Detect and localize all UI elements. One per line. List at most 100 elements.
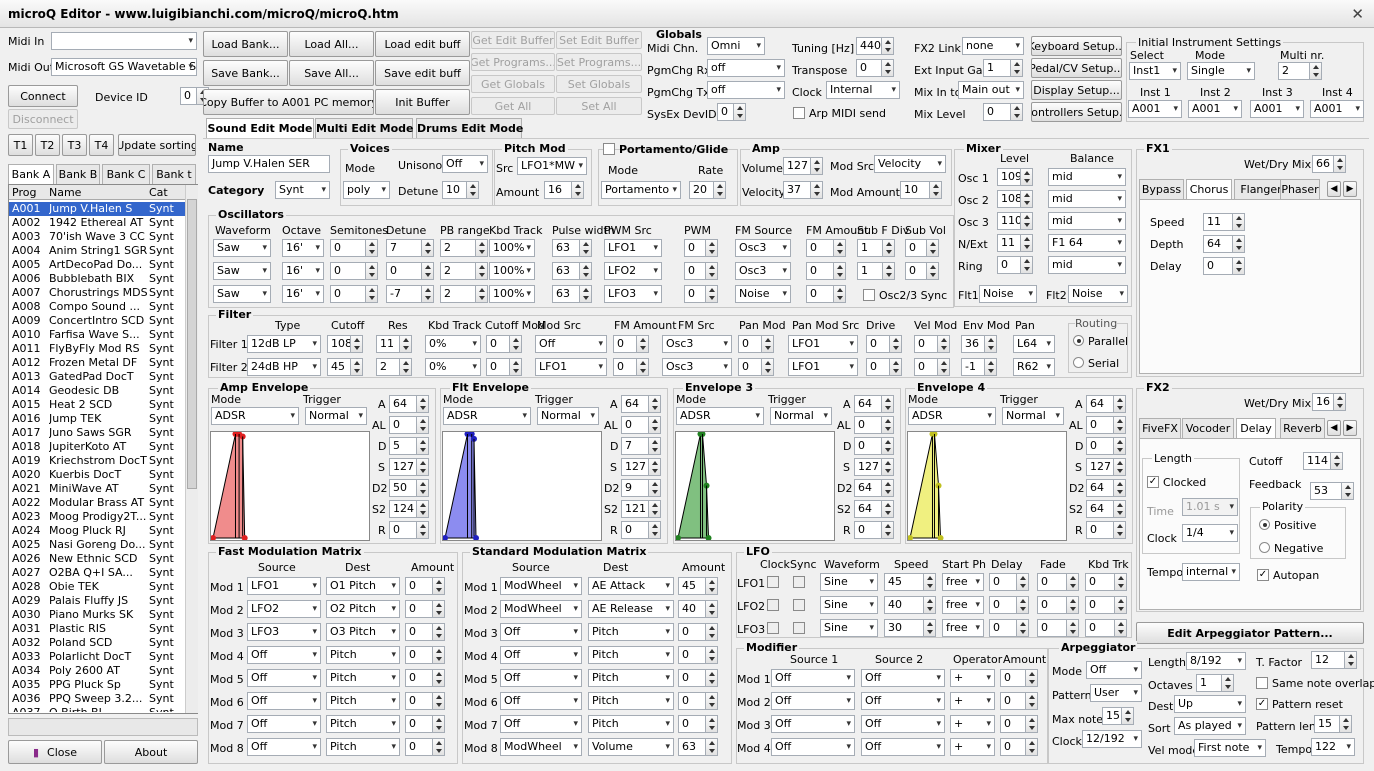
amp-velocity-input[interactable]: 37	[783, 181, 811, 199]
arp-sort-select[interactable]: As played	[1174, 717, 1246, 735]
mixer-level-input[interactable]: 11	[997, 234, 1021, 252]
osc1-field[interactable]: 16'	[282, 239, 324, 257]
fmm-amount-input[interactable]: 0	[405, 669, 433, 687]
arp-clock-select[interactable]: 12/192	[1082, 730, 1142, 748]
envelope-graph[interactable]	[907, 431, 1067, 541]
modifier-source1-select[interactable]: Off	[771, 692, 855, 710]
osc2-spinner[interactable]	[365, 262, 378, 280]
osc1-spinner[interactable]	[833, 239, 846, 257]
filter2-field[interactable]: R62	[1013, 358, 1055, 376]
filter2-field[interactable]: -1	[961, 358, 985, 376]
smm-source-select[interactable]: Off	[500, 692, 582, 710]
lfo-delay-spinner[interactable]	[1016, 596, 1029, 614]
modifier-amount-input[interactable]: 0	[1000, 715, 1026, 733]
filter2-field[interactable]: 0	[866, 358, 890, 376]
arp-tempo-select[interactable]: 122	[1311, 738, 1355, 756]
osc2-field[interactable]: Saw	[213, 262, 271, 280]
osc3-field[interactable]: 0	[330, 285, 366, 303]
fx2-negative-radio[interactable]	[1259, 542, 1270, 553]
mixer-balance-select[interactable]: F1 64	[1048, 234, 1126, 252]
get-globals-button[interactable]: Get Globals	[471, 75, 555, 93]
smm-dest-select[interactable]: Pitch	[588, 646, 674, 664]
amp-mod-amount-input[interactable]: 10	[900, 181, 930, 199]
amp-mod-src-select[interactable]: Velocity	[874, 155, 946, 173]
fmm-dest-select[interactable]: Pitch	[326, 646, 400, 664]
osc1-spinner[interactable]	[882, 239, 895, 257]
lfo-kbdtrk-input[interactable]: 0	[1085, 573, 1115, 591]
filter1-spinner[interactable]	[889, 335, 902, 353]
filter1-field[interactable]: 0	[914, 335, 938, 353]
arp-pattern-len-input[interactable]: 15	[1314, 715, 1340, 733]
volume-input[interactable]: 127	[783, 157, 811, 175]
env-param-input[interactable]: 9	[621, 479, 649, 497]
program-row[interactable]: A015 Heat 2 SCD Synt	[9, 398, 185, 412]
get-all-button[interactable]: Get All	[471, 97, 555, 115]
env-param-input[interactable]: 64	[854, 395, 882, 413]
env-param-input[interactable]: 0	[854, 521, 882, 539]
smm-amount-input[interactable]: 40	[678, 600, 706, 618]
program-row[interactable]: A025 Nasi Goreng Do... Synt	[9, 538, 185, 552]
osc2-spinner[interactable]	[926, 262, 939, 280]
osc3-field[interactable]: -7	[386, 285, 422, 303]
osc2-field[interactable]: 63	[552, 262, 580, 280]
fmm-source-select[interactable]: Off	[247, 738, 321, 756]
mixer-level-spinner[interactable]	[1020, 234, 1033, 252]
program-list[interactable]: Prog Name Cat A001 Jump V.Halen S Synt A002…	[8, 184, 198, 714]
env-param-spinner[interactable]	[416, 416, 429, 434]
fx2-tab-4[interactable]: Reverb	[1280, 418, 1325, 438]
fx2-tempo-select[interactable]: internal	[1182, 563, 1240, 581]
mixer-level-spinner[interactable]	[1020, 212, 1033, 230]
init-select-dropdown[interactable]: Inst1	[1129, 62, 1181, 80]
smm-source-select[interactable]: ModWheel	[500, 577, 582, 595]
fmm-dest-select[interactable]: Pitch	[326, 692, 400, 710]
filter1-field[interactable]: 0%	[425, 335, 481, 353]
fmm-amount-spinner[interactable]	[432, 600, 445, 618]
lfo-waveform-select[interactable]: Sine	[820, 596, 878, 614]
fx2-wetdry-input[interactable]: 16	[1312, 393, 1334, 411]
filter1-spinner[interactable]	[399, 335, 412, 353]
program-row[interactable]: A006 Bubblebath BIX Synt	[9, 272, 185, 286]
osc3-spinner[interactable]	[475, 285, 488, 303]
fx2-cutoff-input[interactable]: 114	[1303, 452, 1331, 470]
fx1-tab-left-icon[interactable]: ◀	[1327, 181, 1341, 197]
filter2-spinner[interactable]	[399, 358, 412, 376]
lfo-startph-select[interactable]: free	[942, 573, 984, 591]
save-all-button[interactable]: Save All...	[289, 60, 374, 86]
midi-chn-select[interactable]: Omni	[707, 37, 765, 55]
fmm-dest-select[interactable]: Pitch	[326, 738, 400, 756]
fmm-dest-select[interactable]: Pitch	[326, 715, 400, 733]
env-param-spinner[interactable]	[881, 521, 894, 539]
pgmchg-tx-select[interactable]: off	[707, 81, 785, 99]
voices-detune-spinner[interactable]	[466, 181, 479, 199]
fmm-amount-input[interactable]: 0	[405, 577, 433, 595]
voices-mode-select[interactable]: poly	[343, 181, 390, 199]
osc3-field[interactable]: 2	[440, 285, 476, 303]
lfo-fade-input[interactable]: 0	[1037, 596, 1067, 614]
mixer-level-input[interactable]: 0	[997, 256, 1021, 274]
save-edit-buffer-button[interactable]: Save edit buff	[375, 60, 470, 86]
filter2-field[interactable]: 45	[327, 358, 351, 376]
filter1-field[interactable]: 0	[486, 335, 510, 353]
filter2-field[interactable]: LFO1	[535, 358, 607, 376]
load-edit-buffer-button[interactable]: Load edit buff	[375, 31, 470, 57]
fmm-amount-input[interactable]: 0	[405, 646, 433, 664]
program-row[interactable]: A013 GatedPad DocT Synt	[9, 370, 185, 384]
program-row[interactable]: A030 Piano Murks SK Synt	[9, 608, 185, 622]
env-param-input[interactable]: 0	[621, 416, 649, 434]
env-param-spinner[interactable]	[881, 437, 894, 455]
modifier-operator-select[interactable]: +	[950, 715, 995, 733]
program-row[interactable]: A003 70'ish Wave 3 CC Synt	[9, 230, 185, 244]
lfo-fade-spinner[interactable]	[1066, 573, 1079, 591]
arp-max-notes-spinner[interactable]	[1121, 707, 1134, 725]
smm-amount-input[interactable]: 0	[678, 623, 706, 641]
env-param-spinner[interactable]	[1113, 479, 1126, 497]
filter2-field[interactable]: 0	[613, 358, 637, 376]
fmm-source-select[interactable]: Off	[247, 669, 321, 687]
inst-4-select[interactable]: A001	[1310, 100, 1364, 118]
envelope-graph[interactable]	[210, 431, 370, 541]
sysex-devid-input[interactable]: 0	[717, 103, 734, 121]
env-param-spinner[interactable]	[416, 521, 429, 539]
arp-max-notes-input[interactable]: 15	[1102, 707, 1122, 725]
mode-tab-3[interactable]: Drums Edit Mode	[416, 118, 523, 138]
smm-source-select[interactable]: Off	[500, 623, 582, 641]
